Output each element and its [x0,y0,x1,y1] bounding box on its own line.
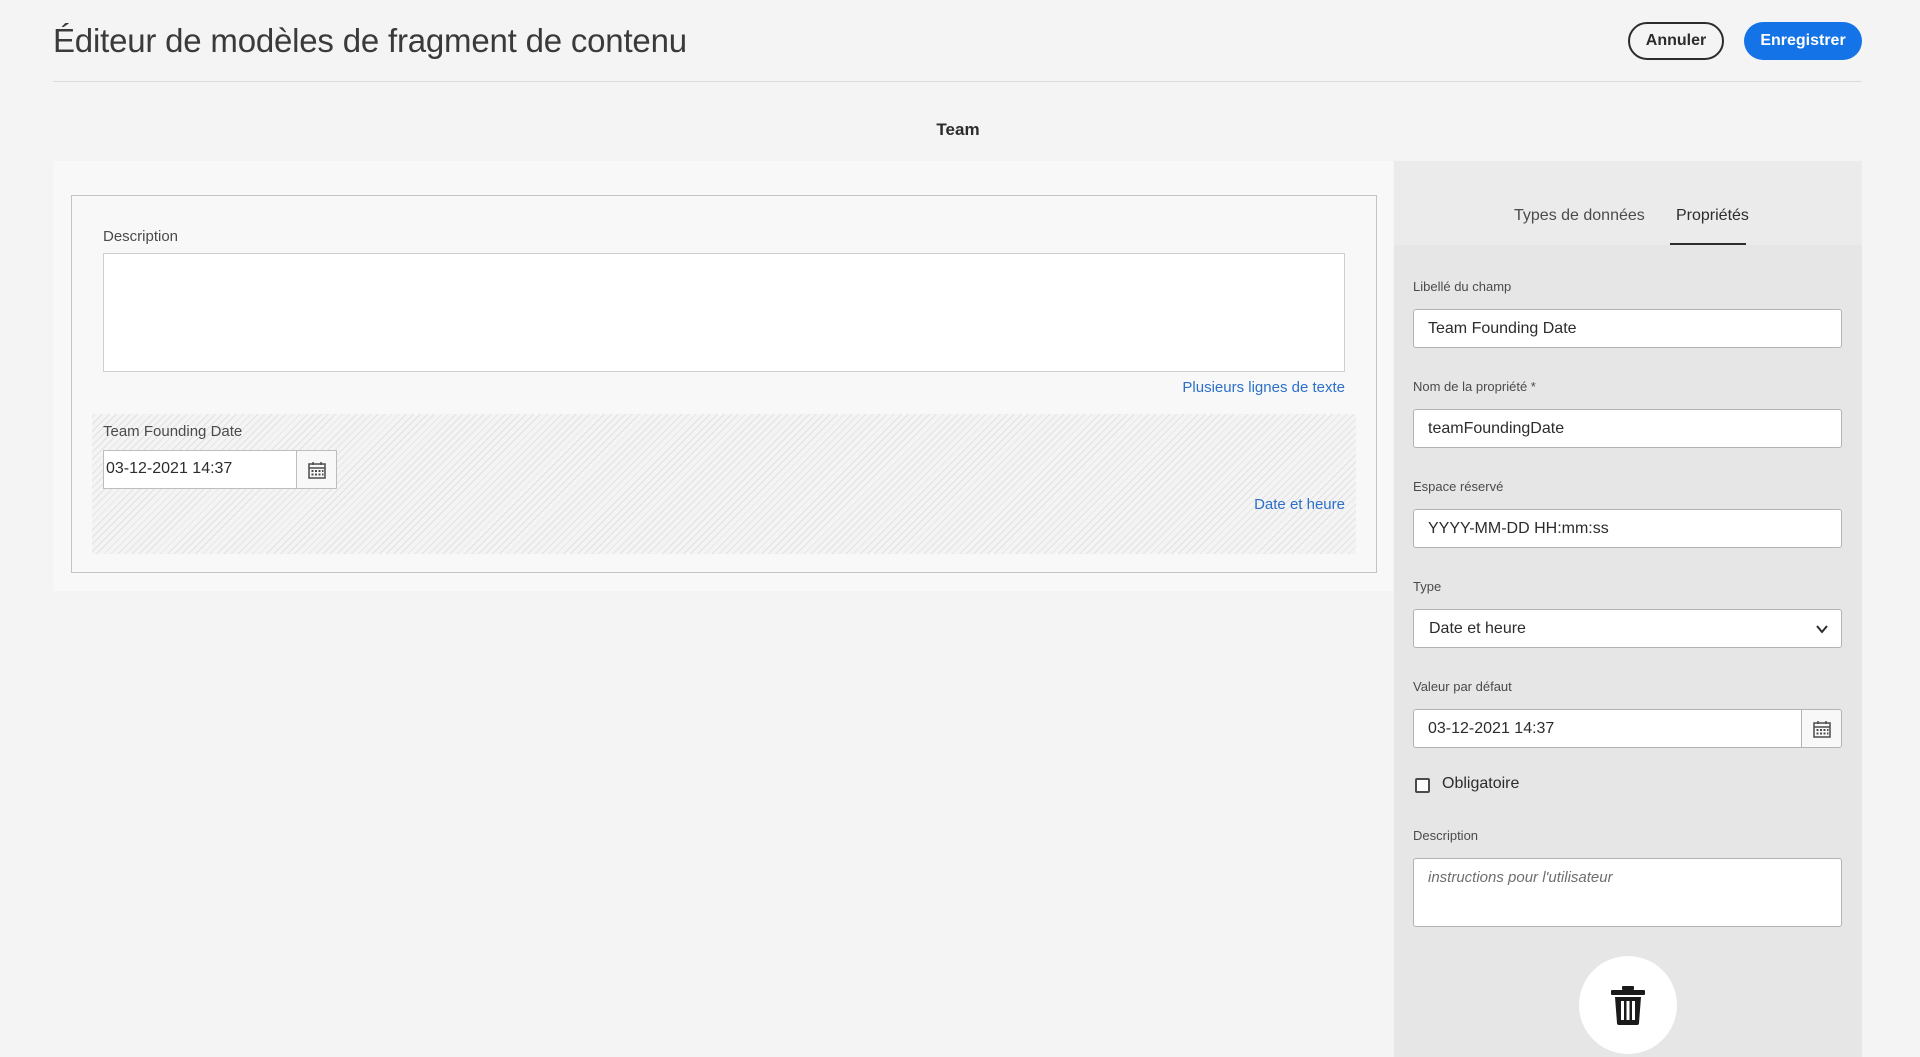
description-field-preview[interactable] [103,253,1345,372]
trash-icon [1611,986,1645,1025]
model-name: Team [936,120,980,139]
cancel-button[interactable]: Annuler [1628,22,1724,60]
property-name-input[interactable]: teamFoundingDate [1413,409,1842,448]
placeholder-title: Espace réservé [1413,479,1504,494]
date-type-label: Date et heure [1254,496,1345,513]
model-canvas: Description Plusieurs lignes de texte Te… [53,161,1393,591]
properties-panel: Types de données Propriétés Libellé du c… [1394,161,1862,1057]
panel-tabs: Types de données Propriétés [1394,161,1862,245]
date-field-calendar-button[interactable] [296,450,337,489]
description-textarea[interactable]: instructions pour l'utilisateur [1413,858,1842,927]
property-name-title: Nom de la propriété * [1413,379,1536,394]
description-field-label: Description [103,228,179,245]
required-label: Obligatoire [1442,775,1520,792]
required-checkbox[interactable] [1415,778,1430,793]
save-button[interactable]: Enregistrer [1744,22,1862,60]
default-value-title: Valeur par défaut [1413,679,1512,694]
description-type-label: Plusieurs lignes de texte [1182,379,1345,396]
default-value-calendar-button[interactable] [1801,709,1842,748]
tab-data-types[interactable]: Types de données [1514,207,1645,225]
type-select[interactable]: Date et heure [1413,609,1842,648]
calendar-icon [307,461,326,479]
date-field-input[interactable]: 03-12-2021 14:37 [103,450,297,489]
delete-field-button[interactable] [1579,956,1677,1054]
page-header: Éditeur de modèles de fragment de conten… [53,0,1862,82]
type-title: Type [1413,579,1442,594]
default-value-input[interactable]: 03-12-2021 14:37 [1413,709,1802,748]
description-title: Description [1413,828,1479,843]
field-label-input[interactable]: Team Founding Date [1413,309,1842,348]
active-tab-indicator [1670,243,1746,245]
placeholder-input[interactable]: YYYY-MM-DD HH:mm:ss [1413,509,1842,548]
chevron-down-icon [1816,625,1828,634]
model-form: Description Plusieurs lignes de texte Te… [71,195,1377,573]
calendar-icon [1812,720,1831,738]
tab-properties[interactable]: Propriétés [1676,207,1749,225]
field-label-title: Libellé du champ [1413,279,1512,294]
type-select-value: Date et heure [1429,620,1526,637]
page-title: Éditeur de modèles de fragment de conten… [53,22,687,59]
date-field-label: Team Founding Date [103,423,243,440]
